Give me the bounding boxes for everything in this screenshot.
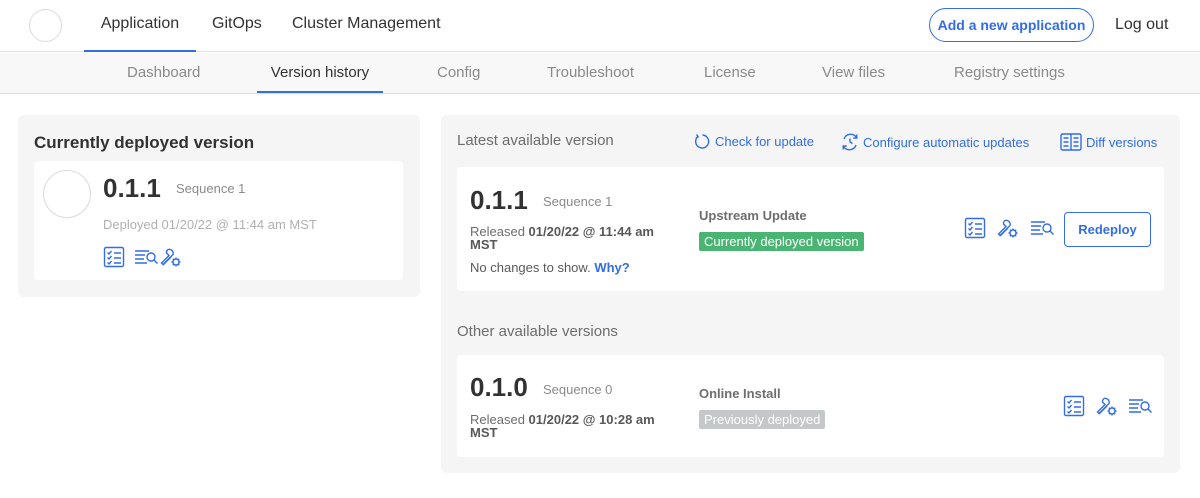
checklist-icon[interactable] — [1063, 395, 1085, 417]
refresh-icon — [694, 133, 711, 150]
current-version-panel: Currently deployed version 0.1.1 Sequenc… — [18, 115, 420, 297]
current-sequence: Sequence 1 — [176, 181, 246, 196]
wrench-gear-icon[interactable] — [160, 246, 182, 268]
configure-automatic-updates-label: Configure automatic updates — [863, 134, 1030, 150]
wrench-gear-icon[interactable] — [1096, 395, 1118, 417]
nav-cluster-management[interactable]: Cluster Management — [292, 0, 441, 52]
other-version-card: 0.1.0 Sequence 0 Released 01/20/22 @ 10:… — [457, 355, 1164, 457]
latest-version-number: 0.1.1 — [470, 185, 528, 215]
other-versions-label: Other available versions — [457, 323, 618, 340]
other-released-timestamp: Released 01/20/22 @ 10:28 am MST — [470, 413, 655, 439]
tab-dashboard[interactable]: Dashboard — [127, 53, 200, 93]
latest-source: Upstream Update — [699, 208, 807, 223]
current-version-number: 0.1.1 — [103, 173, 161, 203]
logs-search-icon[interactable] — [1128, 397, 1152, 415]
no-changes-text: No changes to show. Why? — [470, 260, 630, 275]
no-changes-label: No changes to show. — [470, 260, 591, 275]
status-badge-current: Currently deployed version — [699, 232, 864, 251]
deployed-timestamp: Deployed 01/20/22 @ 11:44 am MST — [103, 217, 317, 232]
nav-application[interactable]: Application — [84, 0, 196, 52]
released-timezone: MST — [470, 425, 498, 440]
current-version-card: 0.1.1 Sequence 1 Deployed 01/20/22 @ 11:… — [34, 161, 403, 280]
check-for-update-label: Check for update — [715, 134, 815, 149]
add-application-button[interactable]: Add a new application — [929, 8, 1094, 42]
diff-versions-label: Diff versions — [1086, 134, 1158, 150]
diff-icon — [1060, 133, 1082, 151]
tab-config[interactable]: Config — [437, 53, 480, 93]
other-source: Online Install — [699, 386, 781, 401]
logout-link[interactable]: Log out — [1115, 16, 1168, 34]
latest-version-card: 0.1.1 Sequence 1 Released 01/20/22 @ 11:… — [457, 167, 1164, 291]
logs-search-icon[interactable] — [1030, 219, 1054, 237]
auto-update-icon — [841, 133, 859, 151]
tab-registry-settings[interactable]: Registry settings — [954, 53, 1065, 93]
released-date: 01/20/22 @ 11:44 am — [528, 224, 654, 239]
sub-navigation: Dashboard Version history Config Trouble… — [0, 53, 1200, 94]
configure-automatic-updates-link[interactable]: Configure automatic updates — [841, 133, 1029, 151]
released-timezone: MST — [470, 237, 498, 252]
checklist-icon[interactable] — [103, 246, 125, 268]
diff-versions-link[interactable]: Diff versions — [1060, 133, 1157, 151]
tab-license[interactable]: License — [704, 53, 756, 93]
tab-troubleshoot[interactable]: Troubleshoot — [547, 53, 634, 93]
status-badge-previous: Previously deployed — [699, 410, 826, 429]
nav-gitops[interactable]: GitOps — [212, 0, 262, 52]
latest-released-timestamp: Released 01/20/22 @ 11:44 am MST — [470, 225, 654, 251]
logs-search-icon[interactable] — [134, 248, 158, 266]
why-link[interactable]: Why? — [594, 260, 629, 275]
check-for-update-link[interactable]: Check for update — [694, 133, 814, 150]
other-sequence: Sequence 0 — [543, 382, 613, 397]
latest-version-label: Latest available version — [457, 132, 614, 149]
other-version-number: 0.1.0 — [470, 372, 528, 402]
app-logo[interactable] — [29, 9, 62, 42]
redeploy-button[interactable]: Redeploy — [1064, 212, 1151, 247]
tab-version-history[interactable]: Version history — [257, 53, 383, 93]
latest-sequence: Sequence 1 — [543, 194, 613, 209]
available-versions-panel: Latest available version Check for updat… — [441, 115, 1180, 473]
current-version-title: Currently deployed version — [34, 133, 255, 152]
app-icon-placeholder — [43, 170, 91, 218]
checklist-icon[interactable] — [964, 217, 986, 239]
top-header: Application GitOps Cluster Management Ad… — [0, 0, 1200, 52]
wrench-gear-icon[interactable] — [997, 217, 1019, 239]
tab-view-files[interactable]: View files — [822, 53, 885, 93]
released-date: 01/20/22 @ 10:28 am — [528, 412, 655, 427]
